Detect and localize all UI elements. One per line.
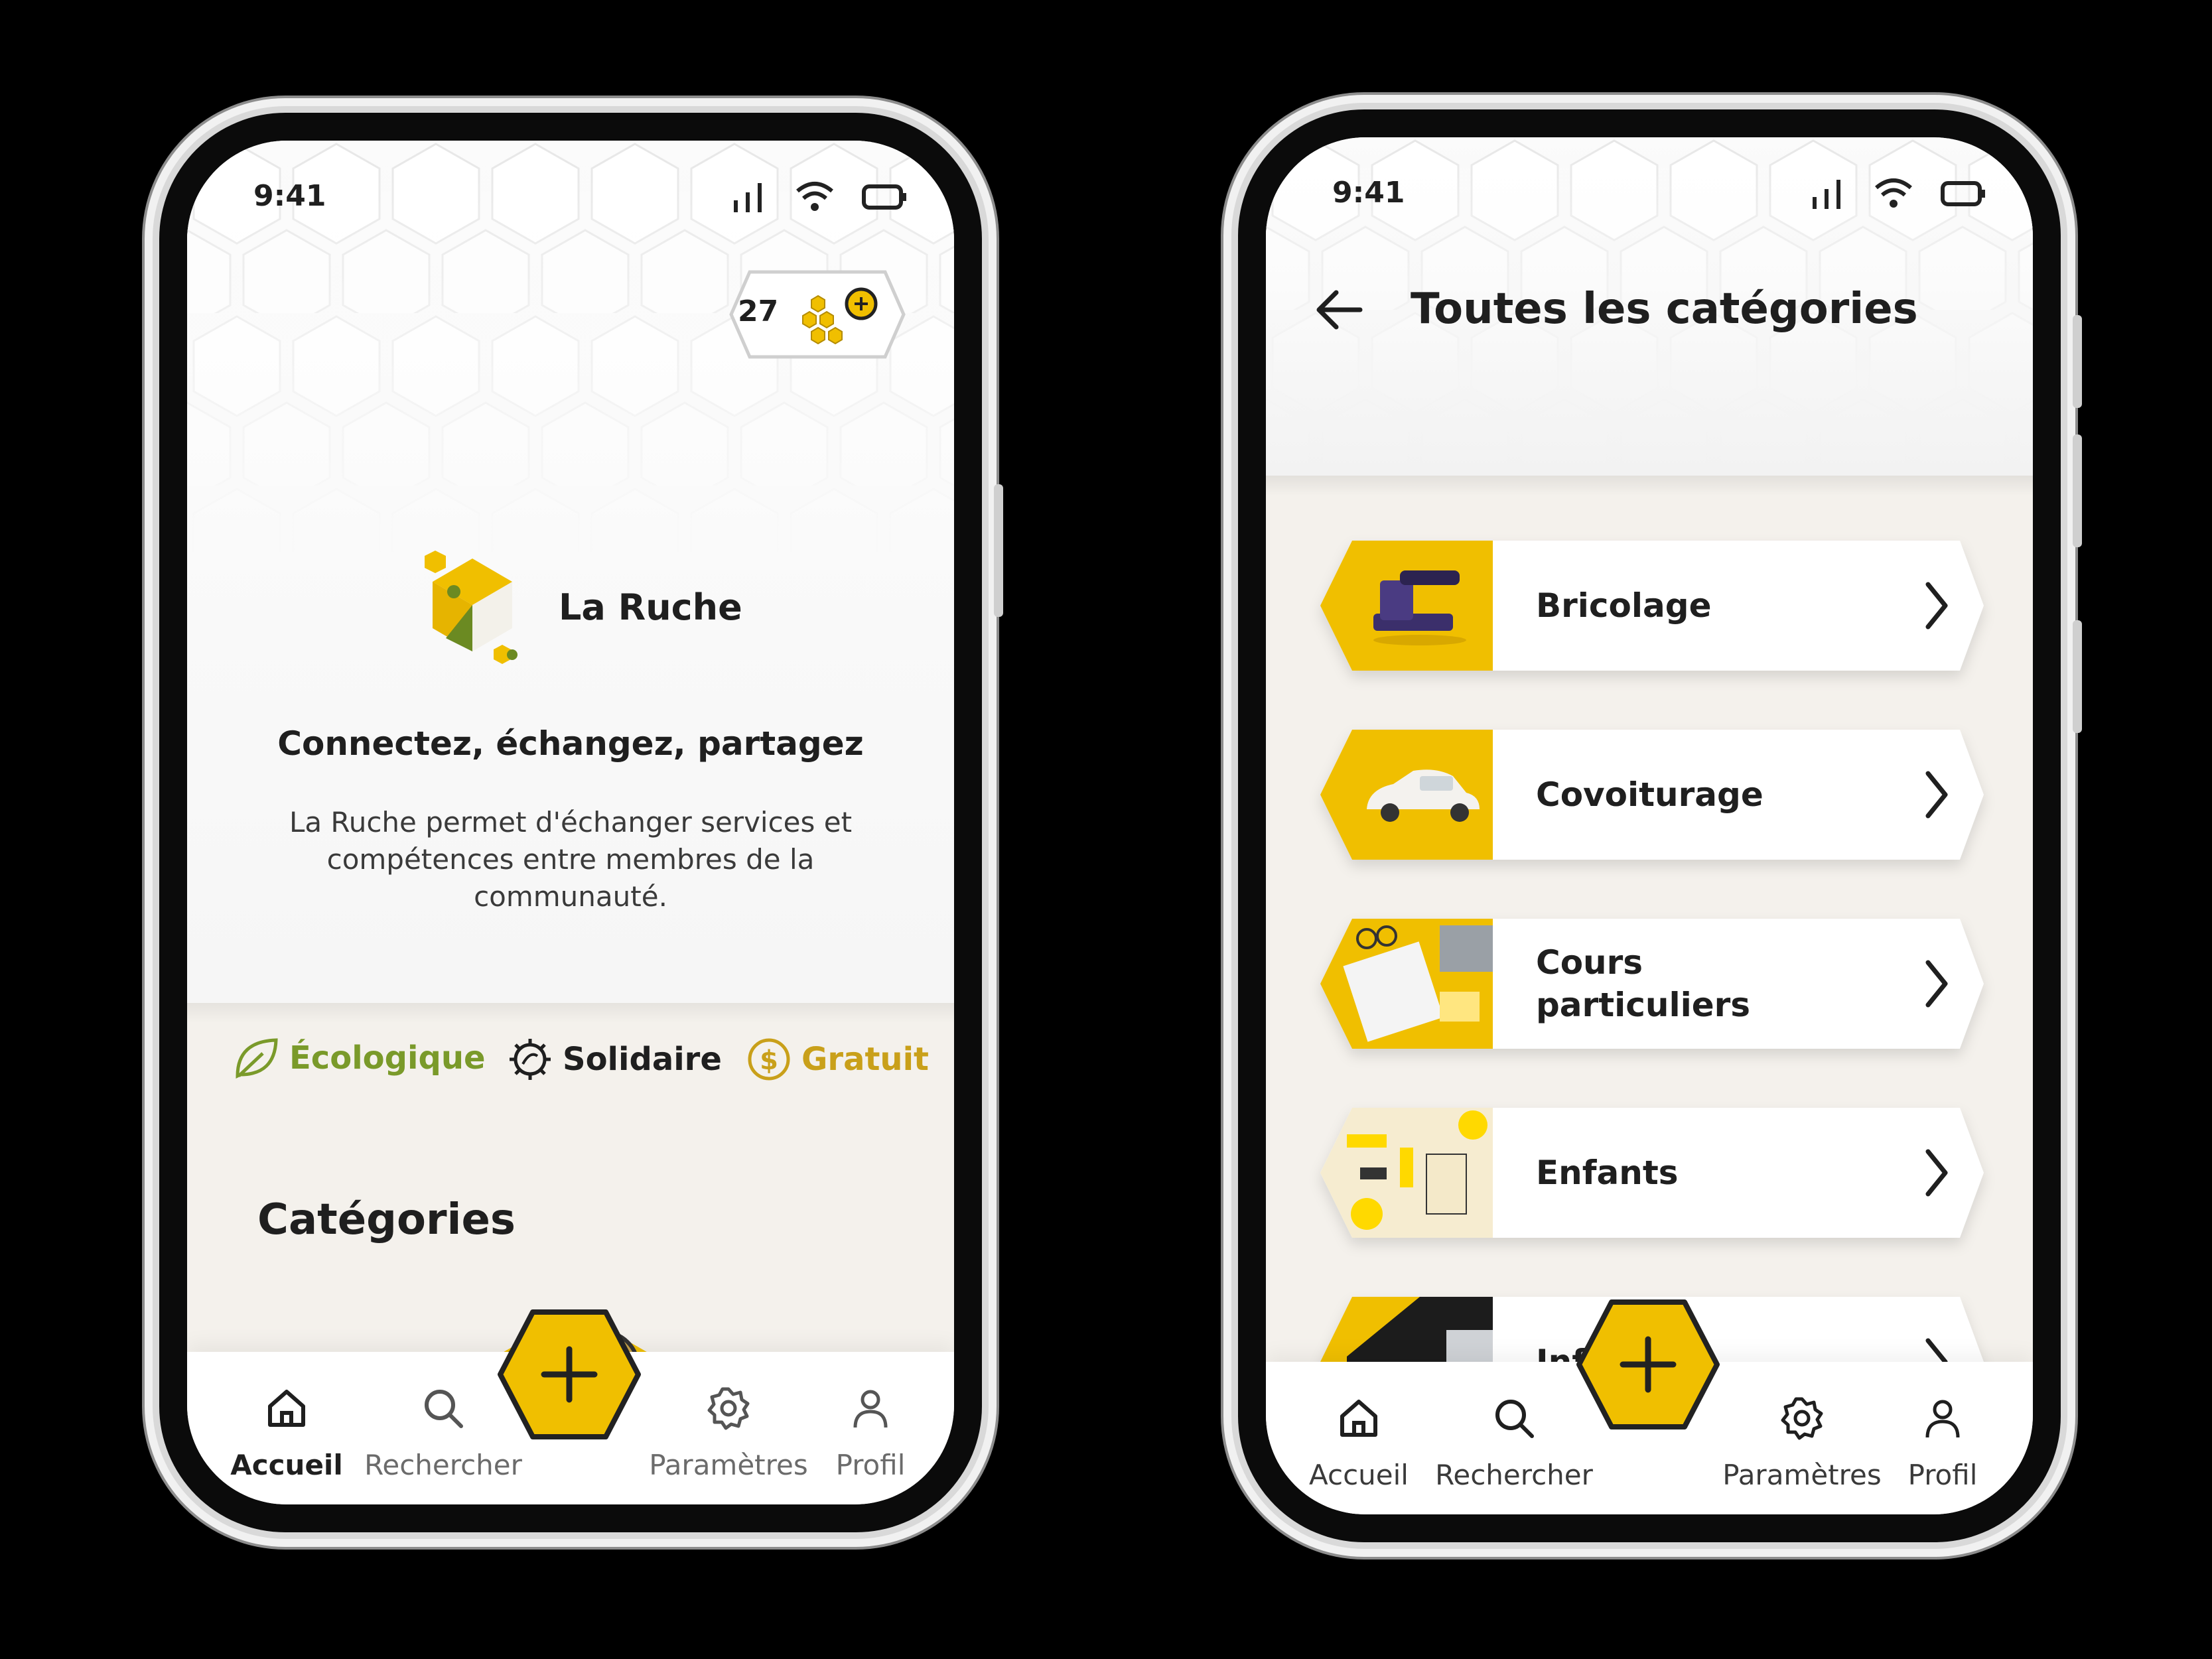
nav-label: Paramètres (1722, 1459, 1882, 1491)
add-button[interactable] (1575, 1298, 1721, 1431)
home-icon (268, 1390, 305, 1427)
la-ruche-logo (425, 551, 518, 664)
nav-accueil[interactable]: Accueil (1279, 1395, 1438, 1491)
category-item-enfants[interactable]: Enfants (1320, 1108, 1984, 1238)
chevron-right-icon (1925, 582, 1948, 630)
signal-icon (1813, 180, 1840, 209)
side-button (994, 484, 1003, 617)
header-shadow (187, 1003, 954, 1023)
value-gratuit: $ Gratuit (746, 1036, 929, 1083)
home-icon (1340, 1400, 1377, 1437)
nav-profil[interactable]: Profil (1863, 1395, 2022, 1491)
signal-icon (734, 183, 762, 212)
categories-screen: 9:41 Toutes les catégories Bricolage Cov… (1266, 137, 2033, 1514)
dollar-coin-icon: $ (748, 1038, 790, 1081)
nav-parametres[interactable]: Paramètres (1722, 1395, 1882, 1491)
leaf-icon (236, 1038, 278, 1079)
status-time: 9:41 (1332, 176, 1405, 210)
page-title: Toutes les catégories (1411, 285, 1918, 334)
tagline: Connectez, échangez, partagez (277, 724, 864, 763)
value-ecologique: Écologique (234, 1036, 486, 1080)
section-title: Catégories (257, 1195, 516, 1244)
status-bar: 9:41 (187, 174, 954, 220)
value-label: Solidaire (563, 1041, 722, 1078)
gear-icon (1781, 1397, 1823, 1440)
value-label: Gratuit (801, 1041, 929, 1078)
nav-label: Profil (1907, 1459, 1978, 1491)
category-item-covoiturage[interactable]: Covoiturage (1320, 730, 1984, 860)
nav-label: Accueil (230, 1449, 343, 1481)
gear-icon (707, 1387, 750, 1430)
phone-home: 9:41 27 La Ruche Connectez, échangez, pa… (159, 113, 1003, 1532)
side-button (2073, 620, 2082, 733)
nav-rechercher[interactable]: Rechercher (1434, 1395, 1594, 1491)
category-label: Bricolage (1536, 586, 1712, 625)
coin-count: 27 (738, 295, 779, 328)
category-label: Cours particuliers (1536, 943, 1751, 1024)
category-label: Enfants (1536, 1154, 1679, 1192)
user-icon (1925, 1400, 1960, 1438)
header-shadow (1266, 476, 2033, 496)
solidarity-icon (510, 1039, 551, 1080)
wifi-icon (1875, 178, 1912, 208)
home-screen: 9:41 27 La Ruche Connectez, échangez, pa… (187, 141, 954, 1504)
chevron-right-icon (1925, 960, 1948, 1008)
user-icon (853, 1390, 888, 1428)
coin-balance-badge[interactable]: 27 (715, 268, 908, 361)
nav-accueil[interactable]: Accueil (207, 1385, 366, 1481)
nav-label: Paramètres (649, 1449, 808, 1481)
chevron-right-icon (1925, 1149, 1948, 1197)
side-button (2073, 434, 2082, 547)
nav-label: Profil (835, 1449, 906, 1481)
battery-icon (1941, 181, 1985, 206)
wifi-icon (796, 182, 833, 211)
category-item-cours-particuliers[interactable]: Cours particuliers (1320, 919, 1984, 1049)
status-time: 9:41 (253, 179, 326, 213)
battery-icon (862, 184, 906, 210)
status-bar: 9:41 (1266, 170, 2033, 217)
nav-label: Rechercher (364, 1449, 522, 1481)
phone-categories: 9:41 Toutes les catégories Bricolage Cov… (1238, 109, 2082, 1542)
value-solidaire: Solidaire (507, 1036, 722, 1083)
chevron-right-icon (1925, 771, 1948, 819)
app-description: La Ruche permet d'échanger services et c… (289, 806, 853, 913)
nav-profil[interactable]: Profil (791, 1385, 950, 1481)
brand-name: La Ruche (559, 586, 742, 628)
category-label: Covoiturage (1536, 775, 1763, 814)
search-icon (1495, 1400, 1534, 1438)
arrow-left-icon[interactable] (1312, 287, 1365, 333)
nav-parametres[interactable]: Paramètres (649, 1385, 808, 1481)
search-icon (425, 1390, 463, 1428)
honeycomb-coin-icon (802, 287, 878, 345)
nav-label: Accueil (1309, 1459, 1409, 1491)
value-label: Écologique (289, 1039, 486, 1077)
side-button (2073, 315, 2082, 408)
svg-text:$: $ (760, 1045, 778, 1076)
nav-label: Rechercher (1435, 1459, 1593, 1491)
add-button[interactable] (496, 1308, 642, 1441)
category-item-bricolage[interactable]: Bricolage (1320, 541, 1984, 671)
